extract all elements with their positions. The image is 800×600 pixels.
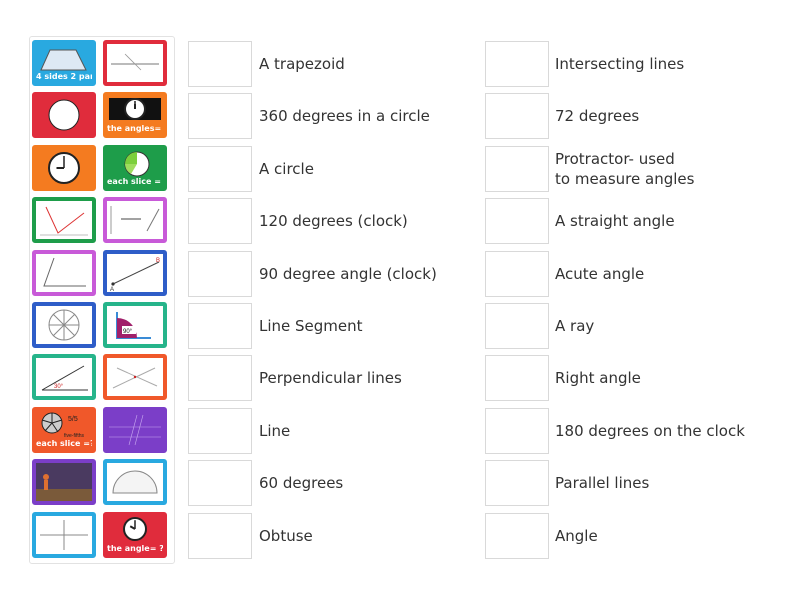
answer-tile-11[interactable] [32,302,96,348]
match-label: Angle [555,527,598,545]
angle-90-label: 90° [123,329,133,335]
drop-slot[interactable] [485,408,549,454]
clock-icon [36,149,92,187]
protractor-circle-icon [36,306,92,344]
circle-icon [36,96,92,134]
ray-icon: AB [107,254,163,292]
answer-tile-4[interactable]: the angles= ? [103,92,167,138]
protractor-icon [107,463,163,501]
match-label: Acute angle [555,265,645,283]
match-label: A straight angle [555,212,675,230]
match-label: Protractor- used to measure angles [555,150,695,188]
drop-slot[interactable] [188,303,252,349]
line-diagram-icon [107,44,163,82]
drop-slot[interactable] [485,198,549,244]
answer-tile-5[interactable] [32,145,96,191]
answer-tile-19[interactable] [32,512,96,558]
answer-tile-10[interactable]: AB [103,250,167,296]
drop-slot[interactable] [188,251,252,297]
match-label: A ray [555,317,595,335]
answer-tile-7[interactable] [32,197,96,243]
answer-tile-17[interactable] [32,459,96,505]
tile-caption: the angle= ? [107,544,164,553]
drop-slot[interactable] [485,460,549,506]
answer-tile-2[interactable] [103,40,167,86]
match-label: Obtuse [259,527,313,545]
match-label: 360 degrees in a circle [259,107,430,125]
drop-slot[interactable] [485,41,549,87]
drop-slot[interactable] [485,355,549,401]
match-label: 90 degree angle (clock) [259,265,437,283]
answer-tile-6[interactable]: each slice = ? [103,145,167,191]
match-label: 180 degrees on the clock [555,422,745,440]
match-label: Perpendicular lines [259,369,402,387]
right-angle-icon: 90° [107,306,163,344]
photo-icon [36,463,92,501]
drop-slot[interactable] [485,303,549,349]
perpendicular-lines-icon [36,516,92,554]
answer-tile-3[interactable] [32,92,96,138]
acute-angle-icon [36,254,92,292]
answer-tile-8[interactable] [103,197,167,243]
drop-slot[interactable] [188,460,252,506]
pie-fifths-fraction: 5/5 [68,416,78,423]
ray-point-a: A [110,287,114,292]
answer-tile-14[interactable] [103,354,167,400]
parallel-lines-icon [107,411,163,449]
acute-angle-30-icon: 30° [36,358,92,396]
tile-caption: each slice = ? [107,177,167,186]
angle-30-label: 30° [54,384,64,390]
match-label: 120 degrees (clock) [259,212,408,230]
answer-tile-9[interactable] [32,250,96,296]
tile-caption: the angles= ? [107,124,167,133]
drop-slot[interactable] [188,41,252,87]
drop-slot[interactable] [188,513,252,559]
obtuse-angle-icon [36,201,92,239]
answer-tile-18[interactable] [103,459,167,505]
answer-tile-15[interactable]: 5/5 five-fifths each slice =? [32,407,96,453]
drop-slot[interactable] [485,251,549,297]
match-label: Parallel lines [555,474,650,492]
answer-tile-16[interactable] [103,407,167,453]
match-label: A trapezoid [259,55,345,73]
match-label: Intersecting lines [555,55,685,73]
answer-tile-12[interactable]: 90° [103,302,167,348]
match-label: 60 degrees [259,474,344,492]
answer-tile-1[interactable]: 4 sides 2 parallel [32,40,96,86]
drop-slot[interactable] [485,93,549,139]
answer-tile-13[interactable]: 30° [32,354,96,400]
drop-slot[interactable] [485,146,549,192]
match-label: Line Segment [259,317,363,335]
tile-caption: 4 sides 2 parallel [36,72,94,81]
drop-slot[interactable] [188,93,252,139]
drop-slot[interactable] [188,355,252,401]
answer-tile-20[interactable]: the angle= ? [103,512,167,558]
match-label: A circle [259,160,314,178]
tile-caption: each slice =? [36,439,95,448]
match-label: Right angle [555,369,641,387]
match-label: 72 degrees [555,107,640,125]
match-label: Line [259,422,291,440]
drop-slot[interactable] [188,408,252,454]
drop-slot[interactable] [188,198,252,244]
drop-slot[interactable] [485,513,549,559]
drop-slot[interactable] [188,146,252,192]
intersecting-lines-icon [107,358,163,396]
line-segment-icon [107,201,163,239]
ray-point-b: B [156,258,160,264]
